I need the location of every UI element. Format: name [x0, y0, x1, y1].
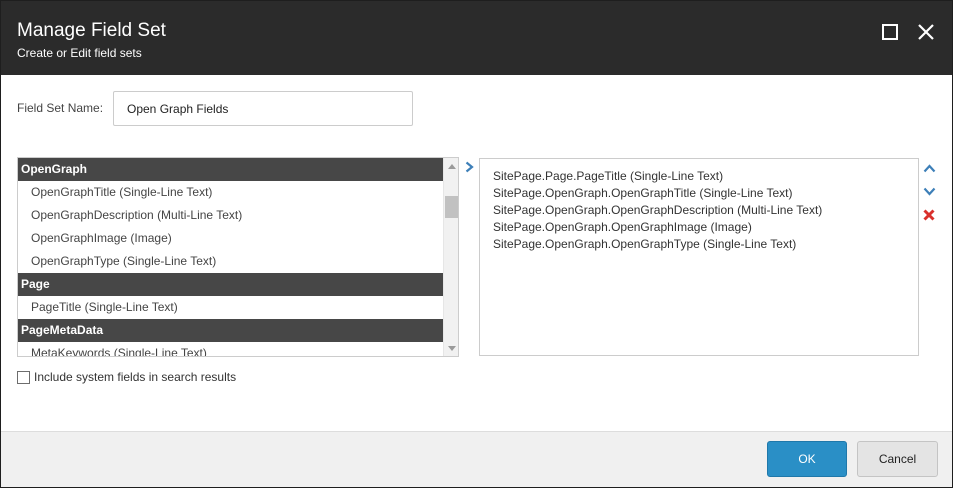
chevron-up-icon	[923, 163, 935, 172]
ok-button[interactable]: OK	[767, 441, 847, 477]
scroll-up-icon	[448, 163, 456, 169]
chevron-down-icon	[923, 187, 935, 196]
vertical-scrollbar[interactable]	[443, 158, 458, 356]
maximize-button[interactable]	[879, 21, 901, 43]
include-system-fields-checkbox[interactable]	[17, 370, 30, 384]
close-icon	[918, 24, 934, 40]
chevron-right-icon	[465, 161, 474, 173]
list-item[interactable]: OpenGraphType (Single-Line Text)	[18, 250, 443, 273]
include-system-fields-label[interactable]: Include system fields in search results	[34, 370, 236, 384]
list-item[interactable]: OpenGraphDescription (Multi-Line Text)	[18, 204, 443, 227]
list-item[interactable]: OpenGraphImage (Image)	[18, 227, 443, 250]
remove-field-button[interactable]	[921, 207, 937, 223]
scroll-up-button[interactable]	[444, 158, 458, 174]
selected-field-item[interactable]: SitePage.OpenGraph.OpenGraphDescription …	[493, 202, 918, 219]
remove-x-icon	[923, 209, 935, 221]
list-item[interactable]: MetaKeywords (Single-Line Text)	[18, 342, 443, 356]
group-header-opengraph: OpenGraph	[18, 158, 443, 181]
dialog-footer: OK Cancel	[1, 431, 952, 487]
manage-field-set-dialog: Manage Field Set Create or Edit field se…	[0, 0, 953, 488]
move-up-button[interactable]	[921, 160, 937, 176]
close-button[interactable]	[915, 21, 937, 43]
scroll-down-icon	[448, 345, 456, 351]
selected-field-item[interactable]: SitePage.Page.PageTitle (Single-Line Tex…	[493, 168, 918, 185]
group-header-page: Page	[18, 273, 443, 296]
scroll-down-button[interactable]	[444, 340, 458, 356]
selected-field-item[interactable]: SitePage.OpenGraph.OpenGraphImage (Image…	[493, 219, 918, 236]
selected-fields-list: SitePage.Page.PageTitle (Single-Line Tex…	[479, 158, 919, 356]
dialog-header: Manage Field Set Create or Edit field se…	[1, 1, 952, 75]
dialog-title: Manage Field Set	[17, 20, 166, 41]
list-item[interactable]: PageTitle (Single-Line Text)	[18, 296, 443, 319]
field-set-name-input[interactable]	[113, 91, 413, 126]
move-down-button[interactable]	[921, 183, 937, 199]
selected-field-item[interactable]: SitePage.OpenGraph.OpenGraphTitle (Singl…	[493, 185, 918, 202]
add-field-button[interactable]	[462, 159, 476, 175]
include-system-fields-row: Include system fields in search results	[17, 370, 236, 384]
maximize-icon	[882, 24, 898, 40]
scrollbar-thumb[interactable]	[445, 196, 458, 218]
list-item[interactable]: OpenGraphTitle (Single-Line Text)	[18, 181, 443, 204]
available-fields-items: OpenGraph OpenGraphTitle (Single-Line Te…	[18, 158, 443, 356]
dialog-subtitle: Create or Edit field sets	[17, 46, 142, 60]
selected-field-item[interactable]: SitePage.OpenGraph.OpenGraphType (Single…	[493, 236, 918, 253]
group-header-pagemetadata: PageMetaData	[18, 319, 443, 342]
available-fields-list: OpenGraph OpenGraphTitle (Single-Line Te…	[17, 157, 459, 357]
field-set-name-label: Field Set Name:	[17, 101, 104, 115]
cancel-button[interactable]: Cancel	[857, 441, 938, 477]
